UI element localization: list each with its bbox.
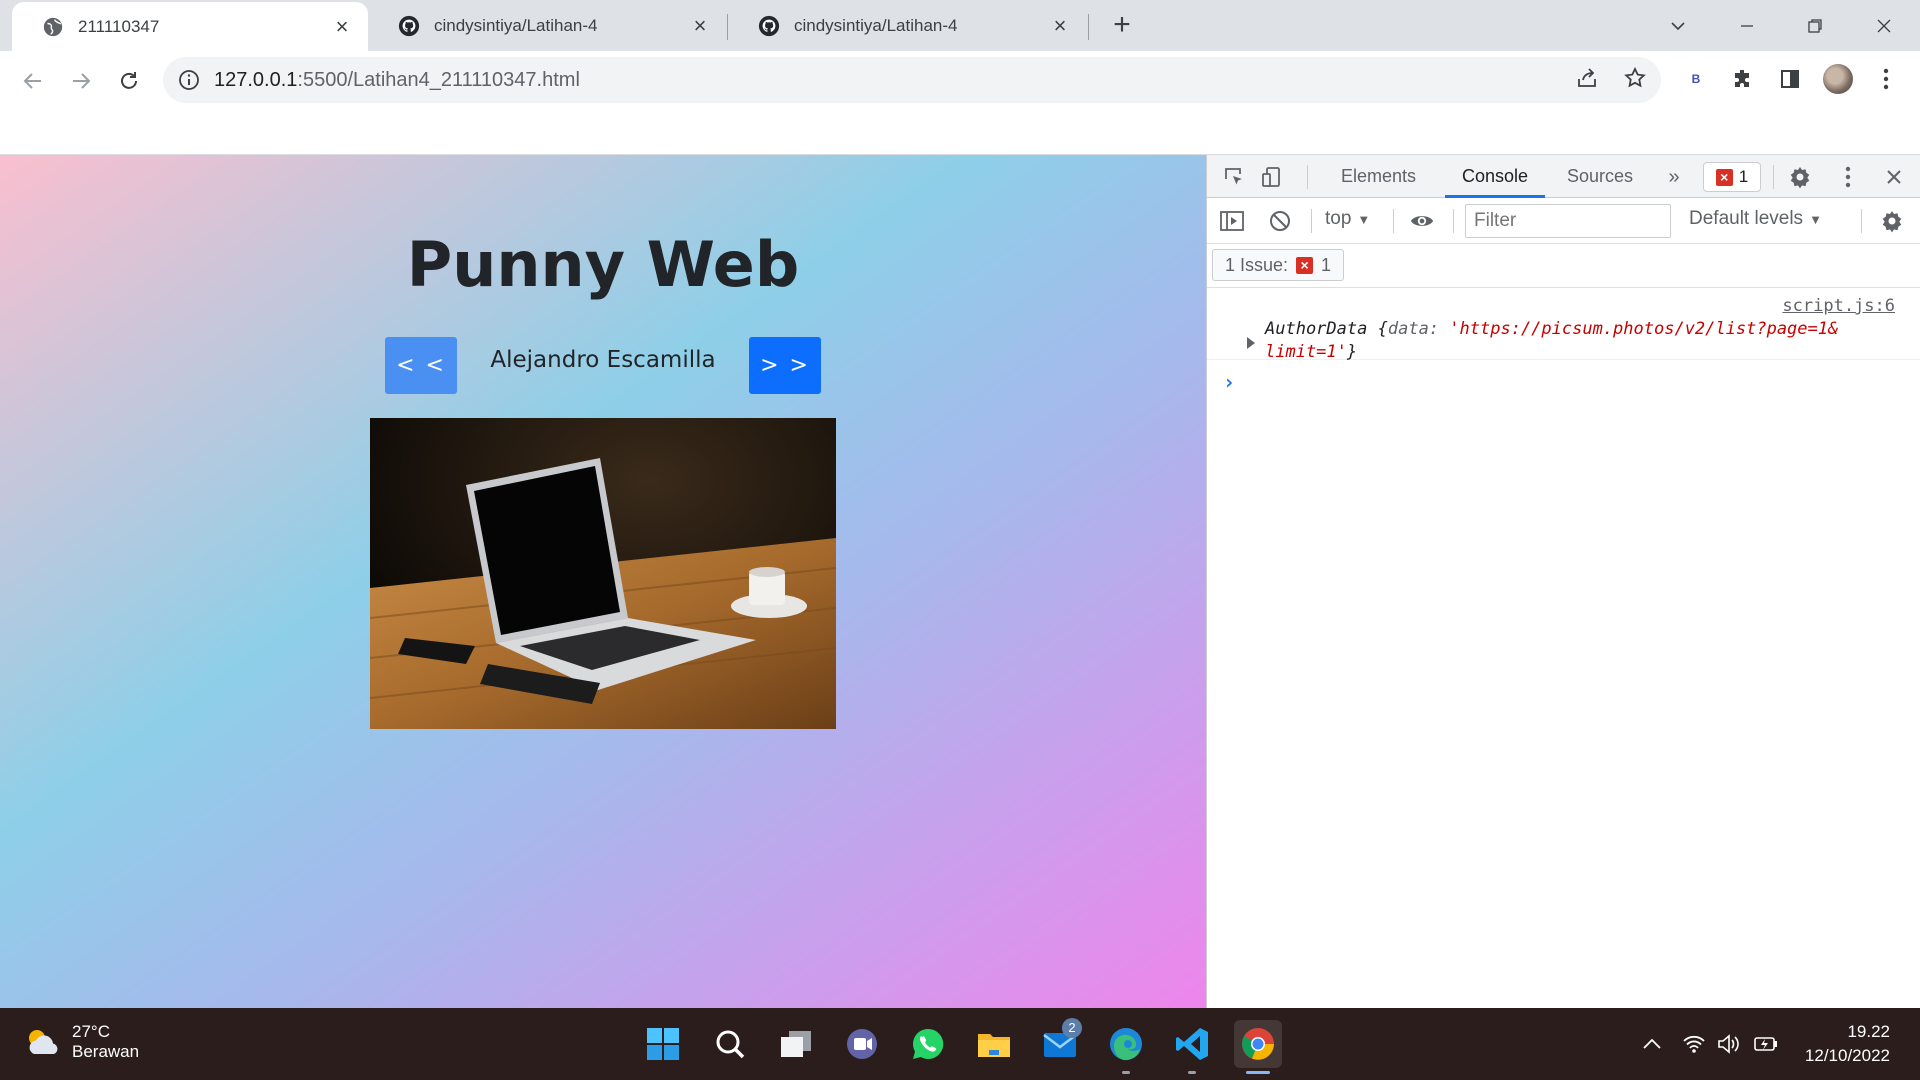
devtools-tab-bar: Elements Console Sources » × 1: [1207, 155, 1920, 198]
settings-gear-icon[interactable]: [1787, 164, 1813, 190]
profile-avatar[interactable]: [1822, 63, 1854, 95]
close-window-icon[interactable]: [1866, 8, 1902, 44]
search-icon[interactable]: [706, 1020, 754, 1068]
tab-title: cindysintiya/Latihan-4: [794, 15, 958, 35]
error-icon: ×: [1715, 168, 1733, 186]
browser-menu-icon[interactable]: [1870, 63, 1902, 95]
vscode-icon[interactable]: [1168, 1020, 1216, 1074]
volume-icon[interactable]: [1714, 1030, 1742, 1058]
side-panel-icon[interactable]: [1774, 63, 1806, 95]
issues-button[interactable]: 1 Issue: × 1: [1212, 249, 1345, 281]
clear-console-icon[interactable]: [1267, 208, 1293, 234]
restore-icon[interactable]: [1797, 8, 1833, 44]
previous-button[interactable]: < <: [385, 337, 457, 394]
toolbar-divider: [1393, 209, 1394, 233]
extensions-puzzle-icon[interactable]: [1727, 63, 1759, 95]
context-selector[interactable]: top ▼: [1325, 208, 1370, 230]
error-icon: ×: [1296, 256, 1314, 274]
next-button[interactable]: > >: [749, 337, 821, 394]
toolbar-divider: [1861, 209, 1862, 233]
log-levels-dropdown[interactable]: Default levels ▼: [1689, 208, 1822, 230]
error-count-badge[interactable]: × 1: [1703, 162, 1761, 192]
console-settings-gear-icon[interactable]: [1879, 208, 1905, 234]
toolbar-divider: [1773, 165, 1774, 189]
extension-b-icon[interactable]: B: [1680, 63, 1712, 95]
site-info-icon[interactable]: [178, 69, 200, 91]
sidebar-toggle-icon[interactable]: [1219, 208, 1245, 234]
mail-badge: 2: [1062, 1018, 1082, 1038]
log-object-line-continued: limit=1'}: [1265, 342, 1358, 362]
console-log-entry: script.js:6 AuthorData {data: 'https://p…: [1207, 288, 1920, 362]
live-expression-eye-icon[interactable]: [1409, 208, 1435, 234]
system-clock[interactable]: 19.22 12/10/2022: [1805, 1020, 1890, 1068]
tab-elements[interactable]: Elements: [1339, 155, 1418, 198]
browser-tab-strip: 211110347 × cindysintiya/Latihan-4 × cin…: [0, 0, 1920, 51]
bookmark-star-icon[interactable]: [1620, 63, 1650, 93]
show-hidden-icons-chevron-icon[interactable]: [1638, 1030, 1666, 1058]
url-text: 127.0.0.1:5500/Latihan4_211110347.html: [214, 68, 580, 91]
globe-icon: [43, 17, 63, 36]
weather-widget[interactable]: 27°C Berawan: [24, 1022, 139, 1062]
tab-divider: [1088, 14, 1089, 40]
file-explorer-icon[interactable]: [970, 1020, 1018, 1068]
back-arrow-icon[interactable]: [16, 64, 50, 98]
teams-chat-icon[interactable]: [838, 1020, 886, 1068]
active-indicator: [1246, 1071, 1270, 1074]
tab-console[interactable]: Console: [1445, 155, 1545, 198]
web-page-viewport: Punny Web < < Alejandro Escamilla > >: [0, 155, 1206, 1008]
console-toolbar: top▼ Default levels▼: [1207, 198, 1920, 244]
task-view-icon[interactable]: [772, 1020, 820, 1068]
toolbar-divider: [1307, 165, 1308, 189]
toolbar-divider: [1311, 209, 1312, 233]
issues-bar: 1 Issue: × 1: [1207, 244, 1920, 288]
partly-cloudy-icon: [29, 1030, 58, 1054]
start-windows-icon[interactable]: [639, 1020, 687, 1068]
reload-icon[interactable]: [112, 64, 146, 98]
tab-title: 211110347: [78, 16, 160, 36]
tab-search-chevron-icon[interactable]: [1660, 8, 1696, 44]
browser-toolbar: 127.0.0.1:5500/Latihan4_211110347.html B: [0, 51, 1920, 155]
inspect-element-icon[interactable]: [1221, 164, 1247, 190]
console-prompt[interactable]: ›: [1223, 370, 1235, 394]
whatsapp-icon[interactable]: [904, 1020, 952, 1068]
tab-active[interactable]: 211110347 ×: [12, 2, 368, 51]
toolbar-divider: [1453, 209, 1454, 233]
tab-sources[interactable]: Sources: [1565, 155, 1635, 198]
running-indicator: [1122, 1071, 1130, 1074]
battery-charging-icon[interactable]: [1752, 1030, 1780, 1058]
expand-triangle-icon[interactable]: [1247, 337, 1255, 349]
devtools-menu-icon[interactable]: [1835, 164, 1861, 190]
minimize-icon[interactable]: [1729, 8, 1765, 44]
author-name: Alejandro Escamilla: [490, 347, 716, 373]
share-icon[interactable]: [1572, 63, 1602, 93]
more-tabs-chevron-icon[interactable]: »: [1661, 164, 1687, 190]
mail-icon[interactable]: 2: [1036, 1018, 1084, 1068]
edge-browser-icon[interactable]: [1102, 1020, 1150, 1074]
page-title: Punny Web: [406, 228, 800, 301]
wifi-icon[interactable]: [1680, 1030, 1708, 1058]
github-icon: [758, 15, 780, 36]
device-toolbar-icon[interactable]: [1259, 164, 1285, 190]
address-bar[interactable]: 127.0.0.1:5500/Latihan4_211110347.html: [163, 57, 1661, 103]
tab-github-1[interactable]: cindysintiya/Latihan-4 ×: [368, 0, 726, 51]
chrome-icon[interactable]: [1234, 1020, 1282, 1074]
new-tab-button[interactable]: +: [1106, 10, 1138, 42]
close-tab-icon[interactable]: ×: [332, 15, 352, 37]
log-source-link[interactable]: script.js:6: [1782, 296, 1895, 316]
windows-taskbar: 27°C Berawan 2 19.22 12/10/2022: [0, 1008, 1920, 1080]
forward-arrow-icon[interactable]: [64, 64, 98, 98]
close-tab-icon[interactable]: ×: [690, 14, 710, 36]
console-filter-input[interactable]: [1465, 204, 1671, 238]
devtools-panel: Elements Console Sources » × 1 top ▼ Fil…: [1206, 155, 1920, 1008]
tab-github-2[interactable]: cindysintiya/Latihan-4 ×: [728, 0, 1086, 51]
running-indicator: [1188, 1071, 1196, 1074]
laptop-photo: [370, 418, 836, 729]
close-devtools-icon[interactable]: [1881, 164, 1907, 190]
tab-title: cindysintiya/Latihan-4: [434, 15, 598, 35]
close-tab-icon[interactable]: ×: [1050, 14, 1070, 36]
log-object-line[interactable]: AuthorData {data: 'https://picsum.photos…: [1265, 319, 1838, 339]
github-icon: [398, 15, 420, 36]
